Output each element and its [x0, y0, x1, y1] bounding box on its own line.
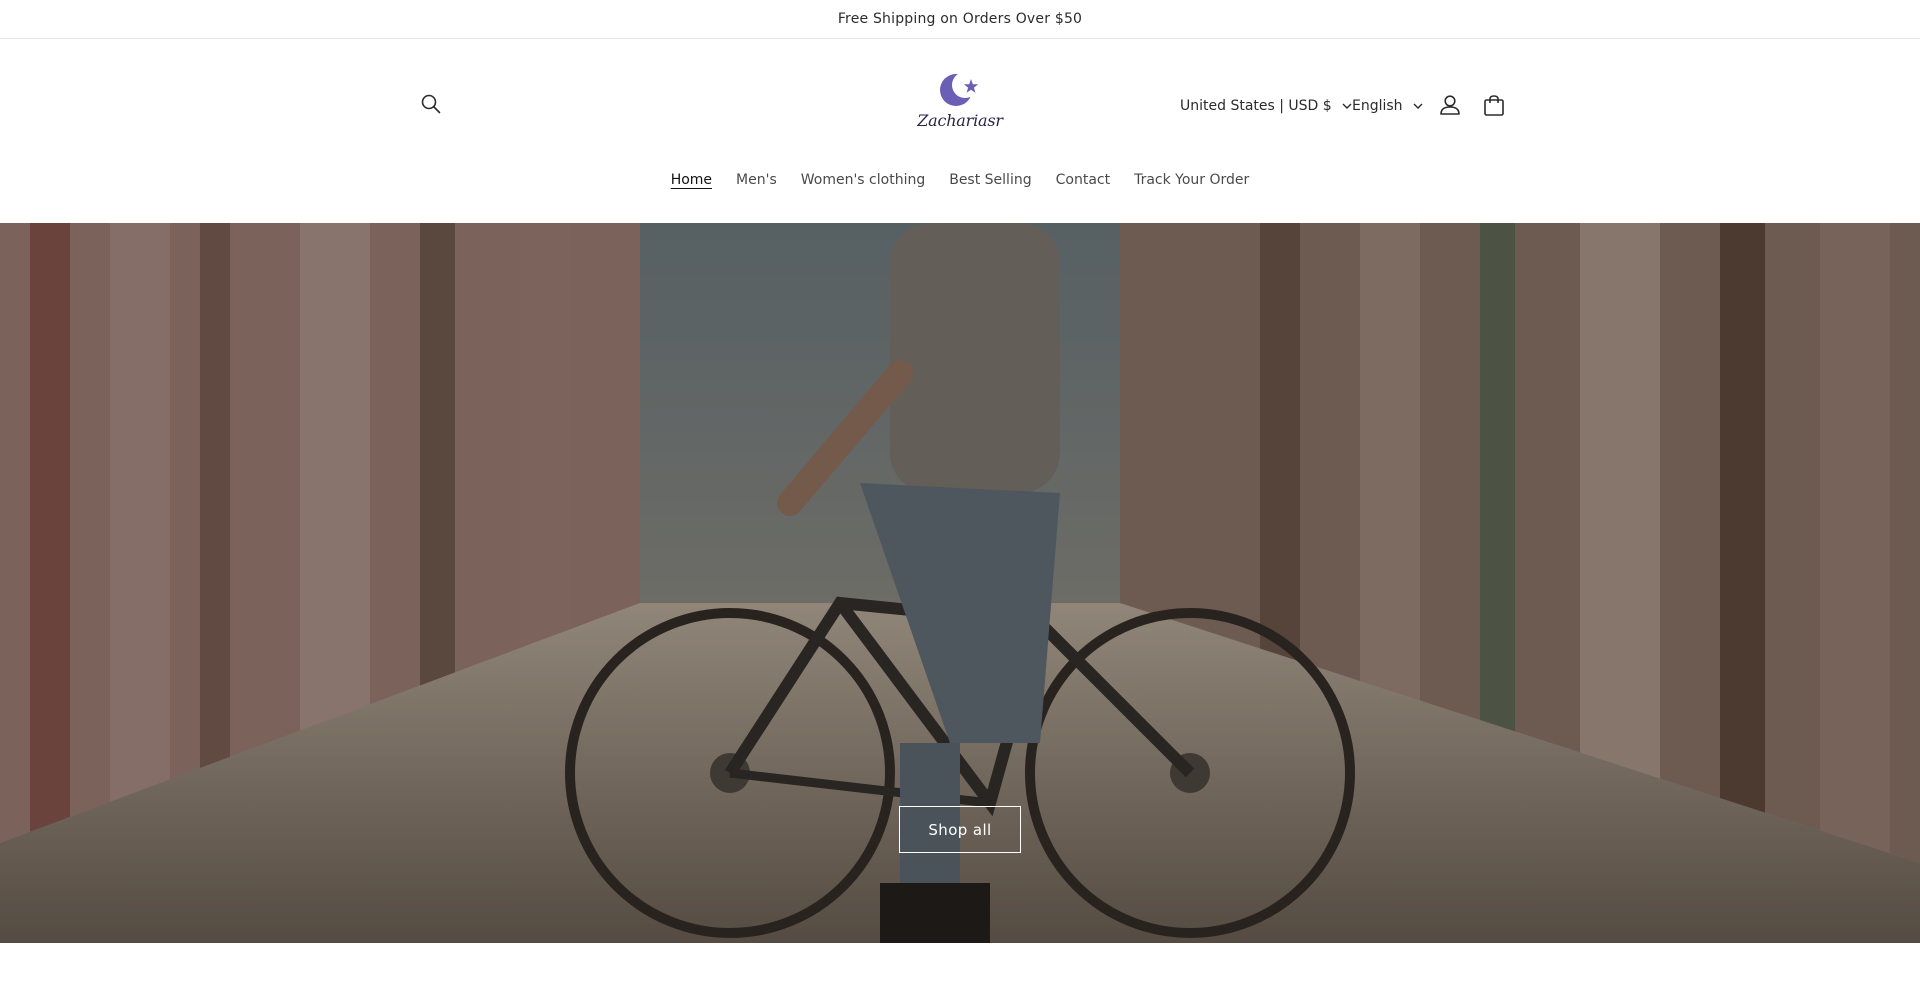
language-selector-label: English — [1352, 98, 1403, 114]
chevron-down-icon — [1342, 103, 1352, 109]
cart-icon — [1478, 95, 1510, 126]
cart-button[interactable] — [1478, 90, 1510, 122]
country-selector-label: United States | USD $ — [1180, 98, 1332, 114]
logo-wordmark: Zachariasr — [917, 111, 1003, 130]
country-selector[interactable]: United States | USD $ — [1180, 91, 1352, 121]
crescent-star-icon — [938, 71, 982, 115]
nav-item-best-selling[interactable]: Best Selling — [937, 170, 1043, 190]
nav-item-track-order[interactable]: Track Your Order — [1122, 170, 1261, 190]
nav-item-mens[interactable]: Men's — [724, 170, 789, 190]
nav-item-womens-clothing[interactable]: Women's clothing — [789, 170, 937, 190]
account-icon — [1434, 95, 1466, 126]
hero-banner: Shop all — [0, 223, 1920, 943]
language-selector[interactable]: English — [1352, 91, 1423, 121]
shop-all-button[interactable]: Shop all — [899, 806, 1021, 853]
main-navigation: Home Men's Women's clothing Best Selling… — [0, 170, 1920, 190]
chevron-down-icon — [1413, 103, 1423, 109]
nav-item-home[interactable]: Home — [659, 170, 724, 190]
announcement-text: Free Shipping on Orders Over $50 — [837, 11, 1083, 27]
site-header: Zachariasr United States | USD $ English… — [0, 39, 1920, 223]
site-logo[interactable]: Zachariasr — [917, 71, 1003, 143]
account-button[interactable] — [1434, 90, 1466, 122]
nav-item-contact[interactable]: Contact — [1044, 170, 1122, 190]
announcement-bar: Free Shipping on Orders Over $50 — [0, 0, 1920, 39]
search-icon — [420, 93, 442, 119]
search-button[interactable] — [415, 90, 447, 122]
